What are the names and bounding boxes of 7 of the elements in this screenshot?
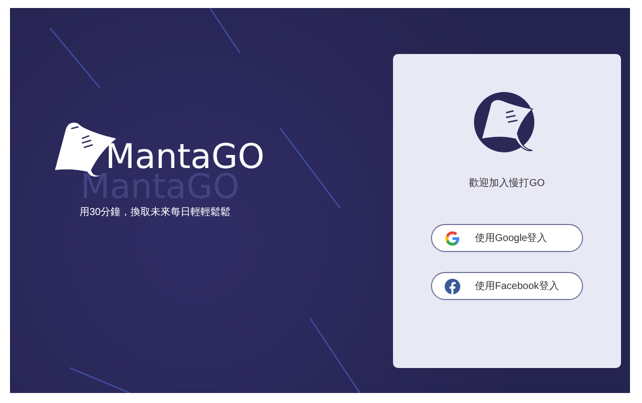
google-g-icon xyxy=(444,230,461,246)
facebook-f-icon xyxy=(444,278,461,294)
welcome-text: 歡迎加入慢打GO xyxy=(469,176,545,190)
tagline: 用30分鐘，換取未來每日輕輕鬆鬆 xyxy=(79,206,231,219)
google-login-button[interactable]: 使用Google登入 xyxy=(431,224,583,252)
facebook-login-button[interactable]: 使用Facebook登入 xyxy=(431,272,583,300)
brand-logo: MantaGO xyxy=(106,137,264,177)
